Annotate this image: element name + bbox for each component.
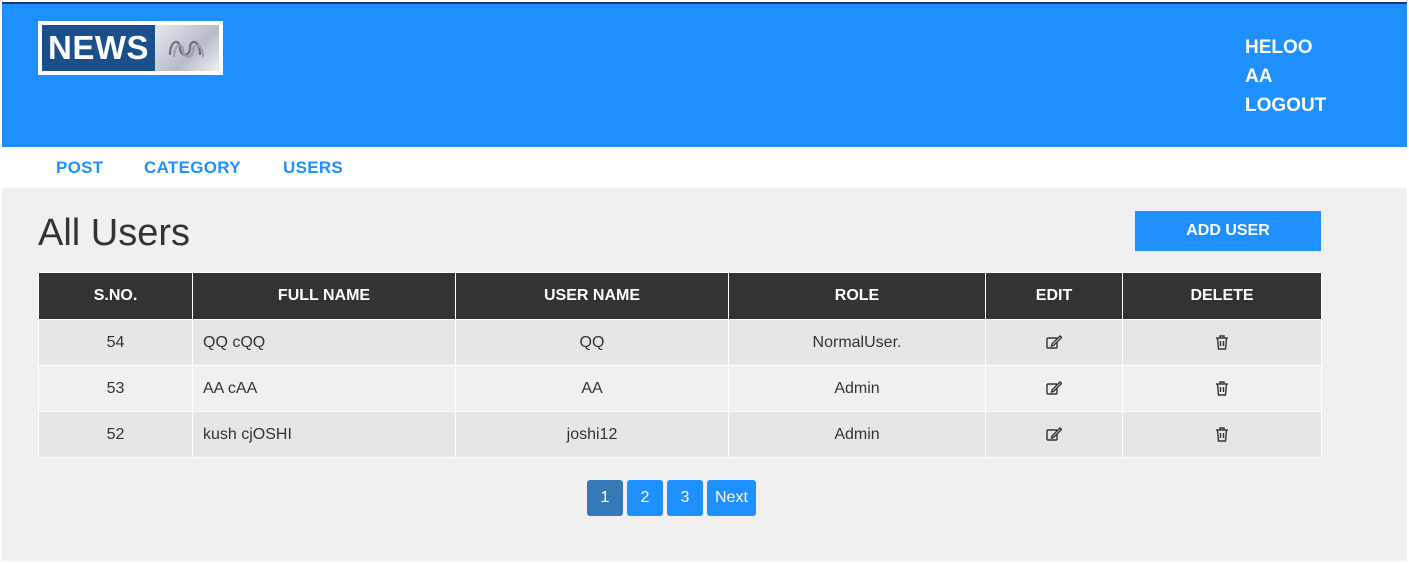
app-frame: NEWS HELOO AA LOGOUT POST CATEGORY USERS… bbox=[2, 2, 1407, 561]
cell-user-name: joshi12 bbox=[455, 411, 729, 458]
nav-item-post[interactable]: POST bbox=[56, 147, 104, 188]
trash-icon[interactable] bbox=[1215, 380, 1229, 398]
nav-item-users[interactable]: USERS bbox=[283, 147, 343, 188]
cell-user-name: QQ bbox=[455, 319, 729, 366]
cell-role: Admin bbox=[728, 411, 986, 458]
cell-role: NormalUser. bbox=[728, 319, 986, 366]
cell-edit bbox=[985, 411, 1123, 458]
logo-text: NEWS bbox=[42, 25, 155, 71]
edit-icon[interactable] bbox=[1046, 426, 1063, 444]
page-button-1[interactable]: 1 bbox=[587, 480, 623, 516]
table-row: 54 QQ cQQ QQ NormalUser. bbox=[38, 319, 1322, 366]
main-nav: POST CATEGORY USERS bbox=[2, 147, 1407, 188]
column-header-delete: DELETE bbox=[1122, 272, 1322, 320]
cell-edit bbox=[985, 365, 1123, 412]
column-header-user-name: USER NAME bbox=[455, 272, 729, 320]
username-text: AA bbox=[1245, 66, 1273, 87]
cell-sno: 53 bbox=[38, 365, 193, 412]
user-menu: HELOO AA LOGOUT bbox=[1245, 33, 1326, 120]
site-logo[interactable]: NEWS bbox=[38, 21, 223, 75]
cell-delete bbox=[1122, 319, 1322, 366]
cell-delete bbox=[1122, 411, 1322, 458]
page-button-2[interactable]: 2 bbox=[627, 480, 663, 516]
greeting-text: HELOO bbox=[1245, 37, 1313, 58]
cell-user-name: AA bbox=[455, 365, 729, 412]
nav-item-category[interactable]: CATEGORY bbox=[144, 147, 241, 188]
column-header-role: ROLE bbox=[728, 272, 986, 320]
cell-full-name: QQ cQQ bbox=[192, 319, 456, 366]
add-user-button[interactable]: ADD USER bbox=[1135, 211, 1321, 251]
abc-ribbon-logo-icon bbox=[155, 25, 219, 71]
next-page-button[interactable]: Next bbox=[707, 480, 756, 516]
column-header-sno: S.NO. bbox=[38, 272, 193, 320]
table-row: 52 kush cjOSHI joshi12 Admin bbox=[38, 411, 1322, 458]
edit-icon[interactable] bbox=[1046, 380, 1063, 398]
table-row: 53 AA cAA AA Admin bbox=[38, 365, 1322, 412]
trash-icon[interactable] bbox=[1215, 426, 1229, 444]
logout-link[interactable]: LOGOUT bbox=[1245, 91, 1326, 120]
pagination: 1 2 3 Next bbox=[587, 480, 756, 516]
page-button-3[interactable]: 3 bbox=[667, 480, 703, 516]
cell-full-name: kush cjOSHI bbox=[192, 411, 456, 458]
cell-delete bbox=[1122, 365, 1322, 412]
page-title: All Users bbox=[38, 212, 191, 254]
edit-icon[interactable] bbox=[1046, 334, 1063, 352]
cell-edit bbox=[985, 319, 1123, 366]
cell-sno: 52 bbox=[38, 411, 193, 458]
column-header-full-name: FULL NAME bbox=[192, 272, 456, 320]
site-header: NEWS HELOO AA LOGOUT bbox=[2, 4, 1407, 147]
table-header-row: S.NO. FULL NAME USER NAME ROLE EDIT DELE… bbox=[38, 272, 1322, 320]
users-table: S.NO. FULL NAME USER NAME ROLE EDIT DELE… bbox=[38, 272, 1322, 458]
cell-full-name: AA cAA bbox=[192, 365, 456, 412]
column-header-edit: EDIT bbox=[985, 272, 1123, 320]
cell-role: Admin bbox=[728, 365, 986, 412]
trash-icon[interactable] bbox=[1215, 334, 1229, 352]
cell-sno: 54 bbox=[38, 319, 193, 366]
